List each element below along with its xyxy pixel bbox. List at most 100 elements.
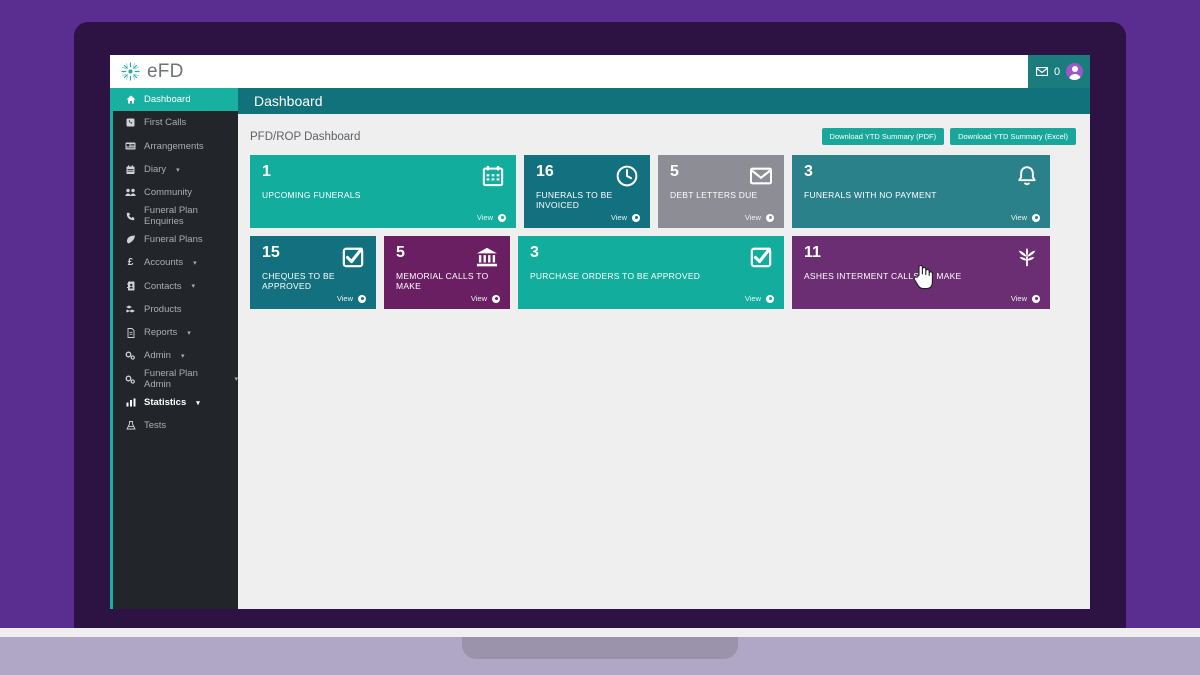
card-view-link[interactable]: View (745, 213, 774, 222)
users-icon (125, 188, 136, 197)
sidebar-item-label: Dashboard (144, 94, 191, 106)
avatar[interactable] (1066, 63, 1084, 80)
card-view-link[interactable]: View (611, 213, 640, 222)
gears-icon (125, 351, 136, 361)
content-area: PFD/ROP Dashboard Download YTD Summary (… (238, 114, 1090, 609)
dashboard-card[interactable]: 1 UPCOMING FUNERALS View (250, 155, 516, 228)
sidebar-item-diary[interactable]: Diary ▾ (113, 158, 238, 181)
sidebar-item-label: Reports (144, 327, 178, 339)
download-ytd-pdf-button[interactable]: Download YTD Summary (PDF) (821, 128, 945, 145)
sunburst-icon (121, 62, 140, 81)
card-label: FUNERALS TO BE INVOICED (536, 190, 613, 210)
card-label: ASHES INTERMENT CALLS TO MAKE (804, 271, 962, 281)
arrow-circle-icon (766, 213, 774, 222)
sidebar-item-reports[interactable]: Reports ▾ (113, 321, 238, 344)
content-header: PFD/ROP Dashboard Download YTD Summary (… (238, 114, 1090, 145)
chevron-down-icon: ▾ (180, 352, 185, 360)
download-buttons: Download YTD Summary (PDF) Download YTD … (821, 128, 1076, 145)
dashboard-card[interactable]: 3 FUNERALS WITH NO PAYMENT View (792, 155, 1050, 228)
chevron-down-icon: ▾ (191, 283, 196, 291)
sidebar-item-label: Funeral Plans (144, 233, 203, 245)
sidebar-item-label: Diary (144, 164, 167, 176)
brand-name: eFD (147, 60, 184, 82)
chevron-down-icon: ▾ (176, 166, 180, 174)
card-view-label: View (336, 294, 353, 303)
sidebar-item-community[interactable]: Community (113, 181, 238, 204)
card-label: DEBT LETTERS DUE (670, 190, 758, 200)
dashboard-cards: 1 UPCOMING FUNERALS View 16 FUNERALS TO BE I… (238, 145, 1090, 309)
card-label: MEMORIAL CALLS TO MAKE (396, 271, 489, 291)
sidebar-item-admin[interactable]: Admin ▾ (113, 344, 238, 367)
check-square-icon (750, 246, 772, 268)
download-ytd-excel-button[interactable]: Download YTD Summary (Excel) (950, 128, 1076, 145)
card-view-link[interactable]: View (745, 294, 774, 303)
sidebar-item-label: Statistics (144, 397, 187, 408)
dashboard-card[interactable]: 5 MEMORIAL CALLS TO MAKE View (384, 236, 510, 309)
sidebar-item-label: Contacts (144, 280, 182, 292)
chevron-down-icon: ▾ (193, 259, 197, 267)
sidebar-item-label: Community (144, 187, 193, 199)
brand-logo[interactable]: eFD (110, 61, 184, 83)
dashboard-card[interactable]: 16 FUNERALS TO BE INVOICED View (524, 155, 650, 228)
gears-icon (125, 375, 136, 384)
card-label: UPCOMING FUNERALS (262, 190, 361, 200)
card-label: FUNERALS WITH NO PAYMENT (804, 190, 937, 200)
cubes-icon (125, 305, 136, 314)
arrow-circle-icon (1032, 294, 1040, 303)
card-count: 3 (804, 163, 813, 180)
pound-icon: £ (127, 257, 134, 269)
dashboard-card[interactable]: 15 CHEQUES TO BE APPROVED View (250, 236, 376, 309)
dashboard-card[interactable]: 11 ASHES INTERMENT CALLS TO MAKE View (792, 236, 1050, 309)
sidebar-item-first-calls[interactable]: First Calls (113, 111, 238, 134)
sidebar-item-label: Arrangements (144, 140, 204, 152)
card-view-link[interactable]: View (1011, 213, 1040, 222)
calendar-icon (482, 165, 504, 187)
bar-chart-icon (125, 398, 136, 407)
sidebar: Dashboard First Calls Arrangements Diary… (110, 88, 238, 609)
bell-icon (1016, 165, 1038, 187)
card-view-label: View (610, 213, 627, 222)
sidebar-item-arrangements[interactable]: Arrangements (113, 135, 238, 158)
sidebar-item-tests[interactable]: Tests (113, 414, 238, 437)
card-view-link[interactable]: View (337, 294, 366, 303)
id-card-icon (125, 142, 136, 150)
laptop-screen-gap (0, 628, 1200, 637)
sidebar-item-dashboard[interactable]: Dashboard (113, 88, 238, 112)
sidebar-item-products[interactable]: Products (113, 298, 238, 321)
sidebar-item-accounts[interactable]: £ Accounts ▾ (113, 251, 238, 274)
page-title: Dashboard (254, 93, 323, 109)
card-count: 1 (262, 163, 271, 180)
arrow-circle-icon (498, 213, 506, 222)
phone-icon (125, 212, 136, 221)
card-view-link[interactable]: View (477, 213, 506, 222)
arrow-circle-icon (766, 294, 774, 303)
leaf-icon (125, 235, 136, 244)
dashboard-card[interactable]: 5 DEBT LETTERS DUE View (658, 155, 784, 228)
dashboard-card[interactable]: 3 PURCHASE ORDERS TO BE APPROVED View (518, 236, 784, 309)
top-bar-right: 0 (1028, 55, 1090, 88)
sidebar-item-label: Products (144, 303, 182, 315)
card-view-link[interactable]: View (1011, 294, 1040, 303)
sidebar-item-label: Accounts (144, 257, 184, 269)
sidebar-item-funeral-plan-admin[interactable]: Funeral Plan Admin ▾ (113, 368, 238, 391)
calendar-icon (125, 164, 136, 175)
sidebar-item-funeral-plan-enquiries[interactable]: Funeral Plan Enquiries (113, 204, 238, 227)
card-count: 11 (804, 244, 821, 261)
clock-icon (616, 165, 638, 187)
card-view-label: View (1010, 213, 1027, 222)
file-icon (125, 327, 136, 338)
sidebar-item-contacts[interactable]: Contacts ▾ (113, 274, 238, 297)
arrow-circle-icon (492, 294, 500, 303)
content-subtitle: PFD/ROP Dashboard (250, 130, 361, 143)
card-view-link[interactable]: View (471, 294, 500, 303)
mail-count: 0 (1054, 65, 1061, 78)
envelope-icon[interactable] (1035, 63, 1049, 81)
card-count: 3 (530, 244, 539, 261)
sidebar-item-label: Funeral Plan Enquiries (144, 205, 198, 228)
sidebar-item-statistics[interactable]: Statistics ▾ (113, 391, 238, 414)
sidebar-item-funeral-plans[interactable]: Funeral Plans (113, 228, 238, 251)
sidebar-item-label: Admin (144, 350, 171, 362)
top-bar: eFD 0 (110, 55, 1090, 88)
phone-square-icon (125, 118, 136, 127)
arrow-circle-icon (358, 294, 366, 303)
